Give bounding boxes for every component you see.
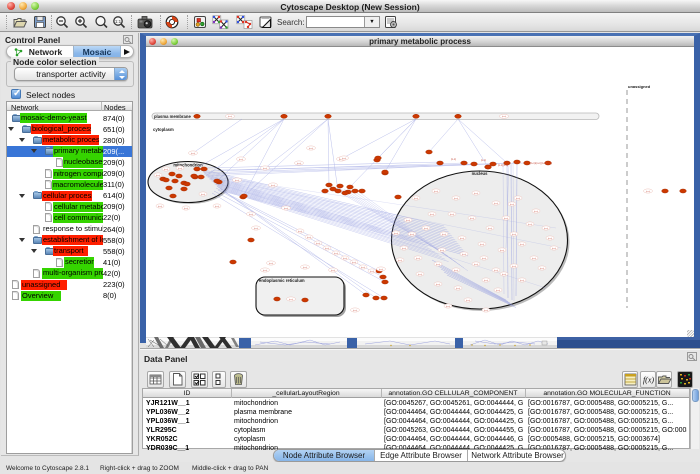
svg-text:(n-n): (n-n) [544,228,549,230]
svg-text:(n-n): (n-n) [254,228,259,230]
svg-text:(n-n): (n-n) [342,158,347,160]
svg-text:(n-n): (n-n) [215,206,220,208]
svg-text:(n-n): (n-n) [494,270,499,272]
svg-text:(n-n): (n-n) [494,203,499,205]
svg-text:(n-n): (n-n) [228,116,233,118]
svg-text:(n-n): (n-n) [532,258,537,260]
svg-text:(n-n): (n-n) [512,266,517,268]
svg-text:(n-n): (n-n) [454,198,459,200]
svg-text:(n-n): (n-n) [343,258,348,260]
svg-text:(n-n): (n-n) [303,267,308,269]
svg-text:(n-n): (n-n) [331,270,336,272]
svg-text:(n-n): (n-n) [298,231,303,233]
svg-text:(n-n): (n-n) [440,250,445,252]
svg-text:(n-n): (n-n) [410,234,415,236]
svg-text:(n-n): (n-n) [482,258,487,260]
svg-text:(n-n): (n-n) [520,280,525,282]
svg-text:(n-n): (n-n) [474,264,479,266]
svg-text:(n-n): (n-n) [309,148,314,150]
svg-text:(n-n): (n-n) [361,267,366,269]
svg-text:(n-n): (n-n) [398,260,403,262]
svg-text:(n-n): (n-n) [353,310,358,312]
svg-text:unassigned: unassigned [628,84,651,89]
svg-text:(n-n): (n-n) [534,211,539,213]
svg-text:(n-n): (n-n) [178,168,183,170]
svg-text:nucleus: nucleus [472,171,488,176]
svg-text:(n-n): (n-n) [516,198,521,200]
svg-text:(n-n): (n-n) [414,198,419,200]
svg-text:(n-n): (n-n) [239,159,244,161]
svg-text:(n-n): (n-n) [370,271,375,273]
svg-text:(n-n): (n-n) [418,274,423,276]
svg-text:(n-n): (n-n) [552,248,557,250]
svg-text:(n-n): (n-n) [316,243,321,245]
svg-text:(n-n): (n-n) [436,264,441,266]
svg-text:(n-n): (n-n) [456,288,461,290]
svg-text:(n-n): (n-n) [474,193,479,195]
svg-text:(n-n): (n-n) [548,238,553,240]
svg-text:(n-n): (n-n) [502,274,507,276]
svg-text:plasma membrane: plasma membrane [154,114,191,119]
svg-text:(n-n): (n-n) [520,244,525,246]
svg-text:(n-n): (n-n) [512,234,517,236]
svg-text:(n-n): (n-n) [481,159,486,162]
svg-text:(n-n): (n-n) [436,284,441,286]
svg-text:(n-n): (n-n) [394,233,399,235]
svg-text:(n-n): (n-n) [454,270,459,272]
svg-text:(n-n): (n-n) [156,175,161,177]
svg-text:(n-n): (n-n) [450,214,455,216]
svg-text:endoplasmic reticulum: endoplasmic reticulum [259,278,305,283]
svg-text:(n-n): (n-n) [466,300,471,302]
svg-text:(n-n): (n-n) [502,116,507,118]
svg-text:(n-n): (n-n) [289,299,294,301]
svg-text:(n-n): (n-n) [201,194,206,196]
svg-text:f(x): f(x) [643,376,654,385]
svg-text:(n-n): (n-n) [184,208,189,210]
svg-text:(n-n): (n-n) [307,237,312,239]
svg-text:(n-n): (n-n) [484,310,489,312]
svg-text:(n-n): (n-n) [446,306,451,308]
svg-text:(n-n): (n-n) [470,218,475,220]
svg-text:cytoplasm: cytoplasm [153,127,174,132]
svg-text:(n-n): (n-n) [269,263,274,265]
svg-text:(n-n): (n-n) [488,228,493,230]
svg-text:(n-n): (n-n) [510,204,515,206]
svg-text:(n-n)(n-n)(n-n)(n-n): (n-n)(n-n)(n-n)(n-n) [530,161,552,165]
svg-text:(n-n): (n-n) [451,158,456,161]
svg-text:(n-n): (n-n) [430,214,435,216]
svg-text:(n-n): (n-n) [528,224,533,226]
svg-text:(n-n): (n-n) [352,262,357,264]
svg-text:(n-n)(n-n): (n-n)(n-n) [498,164,508,167]
svg-text:(n-n): (n-n) [402,248,407,250]
svg-text:(n-n): (n-n) [480,244,485,246]
svg-text:(n-n): (n-n) [496,290,501,292]
svg-text:(n-n): (n-n) [334,253,339,255]
svg-text:(n-n): (n-n) [263,270,268,272]
svg-text:(n-n): (n-n) [500,250,505,252]
svg-text:(n-n): (n-n) [235,180,240,182]
svg-text:(n-n): (n-n) [325,248,330,250]
svg-text:(n-n): (n-n) [158,206,163,208]
svg-text:(n-n): (n-n) [484,280,489,282]
svg-text:(n-n): (n-n) [271,185,276,187]
svg-text:(n-n): (n-n) [504,218,509,220]
svg-text:(n-n): (n-n) [284,208,289,210]
svg-text:(n-n): (n-n) [424,228,429,230]
svg-text:(n-n): (n-n) [379,269,384,271]
svg-text:(n-n): (n-n) [249,214,254,216]
svg-text:(n-n): (n-n) [434,191,439,193]
svg-text:1:1: 1:1 [115,19,122,24]
svg-text:(n-n): (n-n) [646,191,651,193]
svg-text:(n-n): (n-n) [462,254,467,256]
svg-text:(n-n): (n-n) [460,238,465,240]
svg-text:(n-n): (n-n) [164,169,169,171]
svg-text:(n-n): (n-n) [297,163,302,165]
svg-text:(n-n): (n-n) [416,258,421,260]
svg-text:(n-n): (n-n) [263,168,268,170]
svg-text:(n-n): (n-n) [540,268,545,270]
svg-text:(n-n): (n-n) [191,153,196,155]
svg-text:(n-n): (n-n) [406,220,411,222]
svg-text:(n-n): (n-n) [442,234,447,236]
